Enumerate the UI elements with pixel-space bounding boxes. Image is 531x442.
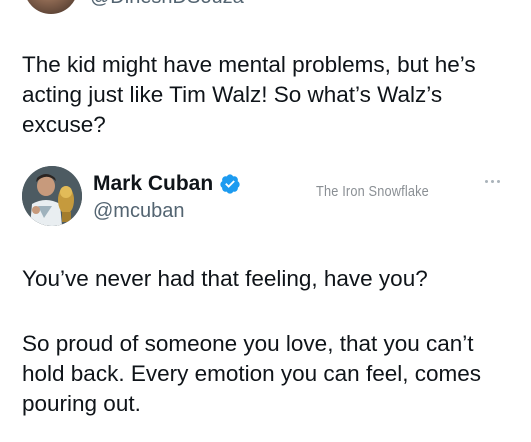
quote-author-handle[interactable]: @mcuban (93, 200, 184, 223)
quote-author-name[interactable]: Mark Cuban (93, 172, 213, 196)
quote-avatar[interactable] (22, 166, 82, 226)
quote-tweet-text-2: So proud of someone you love, that you c… (22, 331, 481, 416)
top-tweet-text: The kid might have mental problems, but … (22, 52, 476, 137)
tweet-screenshot: @DineshDSouza The kid might have mental … (0, 0, 531, 442)
watermark: The Iron Snowflake (316, 183, 429, 200)
quote-tweet-text-1: You’ve never had that feeling, have you? (22, 266, 428, 291)
top-handle[interactable]: @DineshDSouza (90, 0, 244, 9)
more-options-icon[interactable] (485, 176, 507, 186)
quote-name-row: Mark Cuban (93, 172, 241, 196)
top-avatar[interactable] (24, 0, 78, 14)
verified-badge-icon (219, 173, 241, 195)
avatar-photo-icon (22, 166, 82, 226)
